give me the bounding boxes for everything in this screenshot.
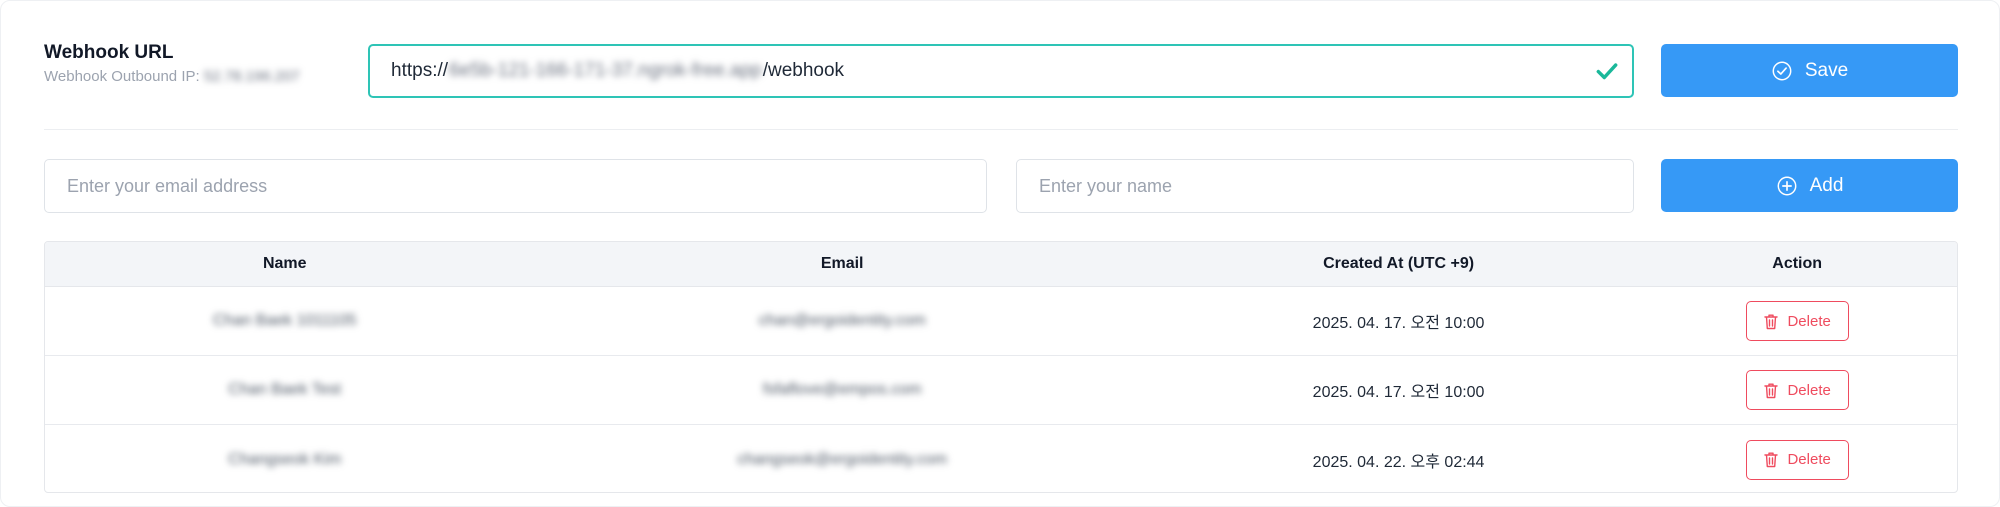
row-created-at: 2025. 04. 22. 오후 02:44 — [1312, 453, 1485, 471]
save-label: Save — [1804, 59, 1849, 81]
add-label: Add — [1809, 174, 1844, 196]
row-action: Delete — [1637, 370, 1957, 410]
row-email: fsfaflove@empos.com — [762, 381, 922, 398]
delete-button[interactable]: Delete — [1745, 301, 1849, 341]
webhook-url-input[interactable]: https://6e5b-121-166-171-37.ngrok-free.a… — [368, 44, 1634, 98]
row-action: Delete — [1637, 301, 1957, 341]
delete-button[interactable]: Delete — [1745, 370, 1849, 410]
outbound-ip-value: 52.78.196.207 — [203, 68, 300, 85]
delete-label: Delete — [1787, 451, 1831, 468]
table-row: Chan Baek 1011105 chan@ergoidentity.com … — [45, 287, 1957, 356]
row-name: Chan Baek 1011105 — [212, 312, 357, 329]
webhook-url-prefix: https:// — [391, 60, 449, 81]
row-name: Chan Baek Test — [228, 381, 342, 398]
header-action: Action — [1772, 255, 1823, 272]
trash-icon — [1764, 314, 1779, 329]
header-name: Name — [262, 255, 307, 272]
name-field[interactable] — [1016, 159, 1634, 213]
divider — [44, 129, 1958, 130]
header-email: Email — [820, 255, 864, 272]
webhook-title: Webhook URL — [44, 42, 174, 63]
row-created-at: 2025. 04. 17. 오전 10:00 — [1312, 384, 1485, 401]
table-row: Changseok Kim changseok@ergoidentity.com… — [45, 425, 1957, 492]
trash-icon — [1764, 452, 1779, 468]
table-header: Name Email Created At (UTC +9) Action — [45, 242, 1957, 287]
save-button[interactable]: Save — [1661, 44, 1958, 97]
plus-circle-icon — [1777, 176, 1797, 195]
delete-button[interactable]: Delete — [1745, 439, 1849, 480]
header-created-at: Created At (UTC +9) — [1323, 255, 1475, 272]
webhook-settings-card: Webhook URL Webhook Outbound IP: 52.78.1… — [0, 0, 2000, 507]
row-email: chan@ergoidentity.com — [758, 312, 926, 329]
webhook-label-group: Webhook URL Webhook Outbound IP: 52.78.1… — [44, 41, 300, 87]
row-email: changseok@ergoidentity.com — [737, 450, 948, 468]
check-icon — [1596, 63, 1618, 80]
outbound-ip-label: Webhook Outbound IP: — [44, 68, 200, 85]
row-action: Delete — [1637, 439, 1957, 480]
row-created-at: 2025. 04. 17. 오전 10:00 — [1312, 315, 1485, 332]
delete-label: Delete — [1787, 381, 1831, 399]
webhook-url-suffix: /webhook — [762, 60, 845, 81]
outbound-ip-text: Webhook Outbound IP: 52.78.196.207 — [44, 67, 300, 87]
trash-icon — [1764, 383, 1779, 398]
delete-label: Delete — [1787, 312, 1831, 330]
webhook-url-host: 6e5b-121-166-171-37.ngrok-free.app — [449, 60, 762, 81]
row-name: Changseok Kim — [228, 450, 342, 468]
email-field[interactable] — [44, 159, 987, 213]
check-circle-icon — [1772, 61, 1792, 80]
table-row: Chan Baek Test fsfaflove@empos.com 2025.… — [45, 356, 1957, 425]
subscribers-table: Name Email Created At (UTC +9) Action Ch… — [44, 241, 1958, 493]
add-button[interactable]: Add — [1661, 159, 1958, 212]
